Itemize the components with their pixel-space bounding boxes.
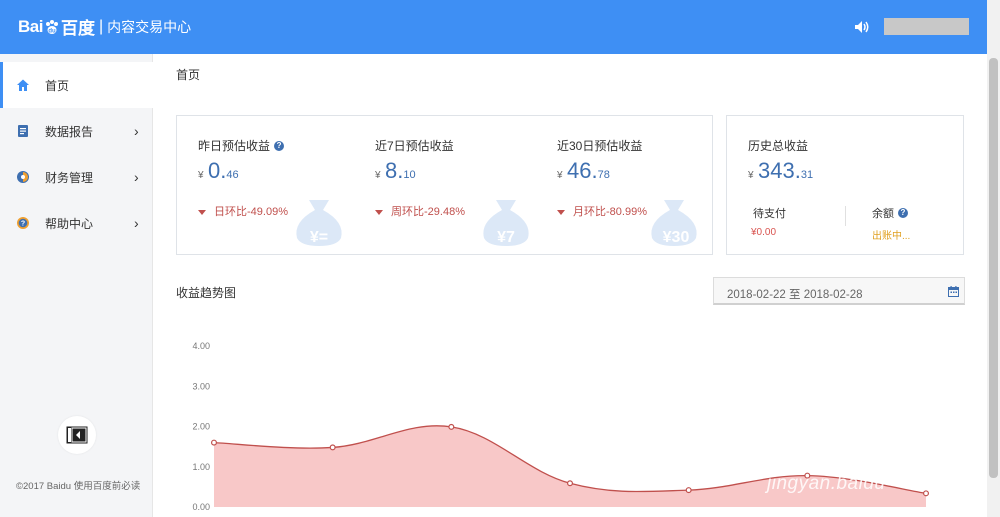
data-point[interactable] <box>210 439 217 446</box>
metric-change: 日环比-49.09% <box>198 203 288 219</box>
svg-text:du: du <box>48 28 56 34</box>
y-tick-label: 2.00 <box>192 422 210 432</box>
y-tick-label: 0.00 <box>192 502 210 512</box>
chevron-right-icon: › <box>134 169 139 185</box>
chevron-right-icon: › <box>134 123 139 139</box>
watermark: jingyan.baidu <box>767 473 886 494</box>
help-icon[interactable]: ? <box>898 208 908 218</box>
help-icon[interactable]: ? <box>274 140 285 151</box>
metric-amount: ¥ 46.78 <box>557 158 610 183</box>
earnings-metrics-card <box>176 115 713 255</box>
y-tick-label: 4.00 <box>192 341 210 351</box>
collapse-icon <box>66 426 88 444</box>
metric-amount: ¥ 0.46 <box>198 158 239 183</box>
chevron-right-icon: › <box>134 215 139 231</box>
svg-text:¥=: ¥= <box>310 229 328 246</box>
copyright-text[interactable]: ©2017 Baidu 使用百度前必读 <box>16 478 140 492</box>
money-bag-icon: ¥= <box>296 200 342 246</box>
home-icon <box>17 79 29 91</box>
sidebar: 首页 数据报告 › 财务管理 › ? 帮助中心 › ©2017 Baidu 使用… <box>0 54 153 517</box>
paw-logo-icon: du <box>45 19 58 34</box>
money-bag-icon: ¥30 <box>651 200 697 246</box>
page-title: 首页 <box>176 68 201 82</box>
metric-30day: 近30日预估收益 ¥ 46.78 <box>557 139 643 183</box>
svg-text:¥7: ¥7 <box>497 229 515 246</box>
baidu-logo[interactable]: Bai du 百度 | 内容交易中心 <box>18 14 191 39</box>
report-icon <box>18 125 28 137</box>
down-arrow-icon <box>375 209 383 215</box>
help-center-icon: ? <box>17 217 29 229</box>
chart-title: 收益趋势图 <box>176 286 237 300</box>
history-amount: ¥ 343.31 <box>748 158 814 183</box>
data-point[interactable] <box>685 487 692 494</box>
y-tick-label: 3.00 <box>192 381 210 391</box>
metric-amount: ¥ 8.10 <box>375 158 416 183</box>
pending-value: ¥0.00 <box>751 227 777 238</box>
svg-text:¥30: ¥30 <box>663 229 690 246</box>
divider <box>845 206 846 226</box>
calendar-icon[interactable] <box>948 286 959 297</box>
finance-icon <box>17 171 29 183</box>
scrollbar-thumb[interactable] <box>989 58 998 478</box>
svg-text:?: ? <box>21 221 25 228</box>
metric-history: 历史总收益 ¥ 343.31 <box>748 139 814 183</box>
y-tick-label: 1.00 <box>192 462 210 472</box>
user-account-box[interactable] <box>884 18 969 35</box>
collapse-sidebar-button[interactable] <box>58 416 96 454</box>
data-point[interactable] <box>329 444 336 451</box>
money-bag-icon: ¥7 <box>483 200 529 246</box>
speaker-icon[interactable] <box>853 18 871 36</box>
metric-yesterday: 昨日预估收益? ¥ 0.46 <box>198 137 285 184</box>
sidebar-item-finance[interactable]: 财务管理 › <box>0 154 153 200</box>
balance-value: 出账中... <box>872 231 911 242</box>
sidebar-item-data-report[interactable]: 数据报告 › <box>0 108 153 154</box>
data-point[interactable] <box>567 480 574 487</box>
data-point[interactable] <box>448 423 455 430</box>
data-point[interactable] <box>922 490 929 497</box>
metric-change: 周环比-29.48% <box>375 203 465 219</box>
metric-change: 月环比-80.99% <box>557 203 647 219</box>
down-arrow-icon <box>557 209 565 215</box>
sidebar-item-home[interactable]: 首页 <box>0 62 153 108</box>
metric-7day: 近7日预估收益 ¥ 8.10 <box>375 139 454 183</box>
down-arrow-icon <box>198 209 206 215</box>
balance-label: 余额? <box>872 205 908 221</box>
page-scrollbar[interactable] <box>987 0 1000 517</box>
pending-label: 待支付 <box>753 208 786 220</box>
sidebar-item-help-center[interactable]: ? 帮助中心 › <box>0 200 153 246</box>
top-bar: Bai du 百度 | 内容交易中心 <box>0 0 1000 54</box>
date-range-picker[interactable]: 2018-02-22 至 2018-02-28 <box>713 277 965 305</box>
